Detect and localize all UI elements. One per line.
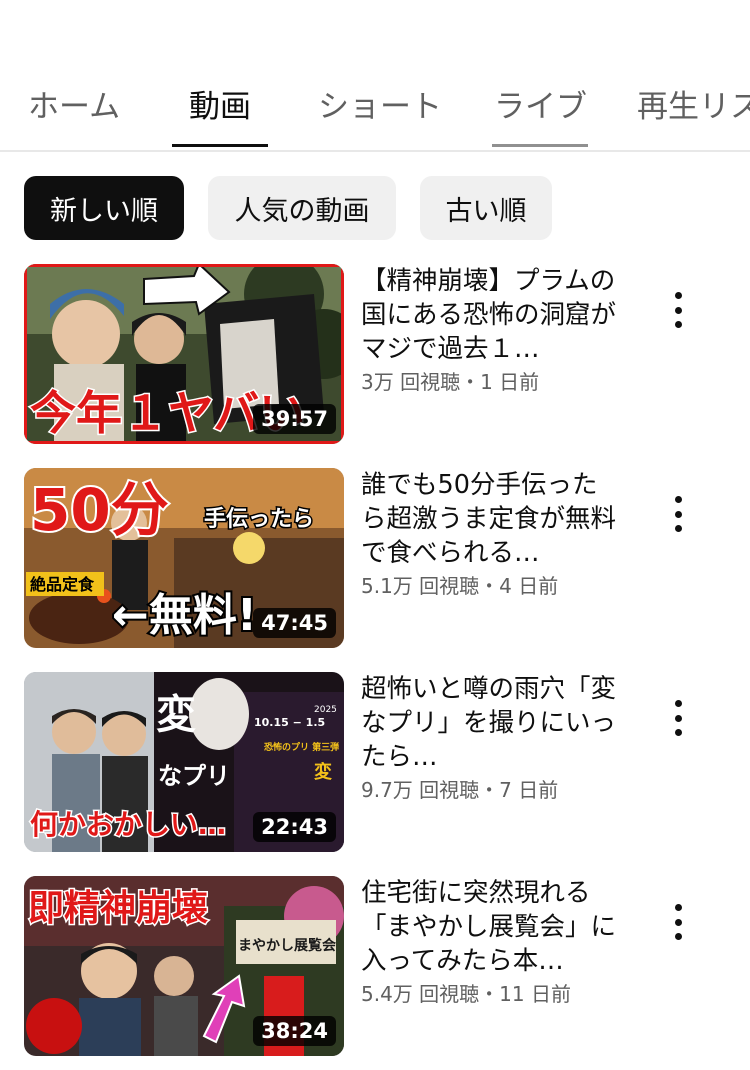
video-item[interactable]: 変 なプリ 10.15 − 1.5 2025 恐怖のプリ 第三弾 変 何かおかし… [24, 672, 750, 852]
kebab-dot [674, 292, 682, 299]
sort-chip-popular[interactable]: 人気の動画 [208, 176, 396, 240]
video-metadata: 3万 回視聴・1 日前 [361, 366, 539, 395]
meta-separator: ・ [460, 370, 481, 394]
video-thumbnail[interactable]: 変 なプリ 10.15 − 1.5 2025 恐怖のプリ 第三弾 変 何かおかし… [24, 672, 344, 852]
duration-badge: 39:57 [253, 404, 336, 434]
duration-badge: 22:43 [253, 812, 336, 842]
video-item[interactable]: 今年１ヤバい 39:57 【精神崩壊】プラムの国にある恐怖の洞窟がマジで過去１…… [24, 264, 750, 444]
tab-home[interactable]: ホーム [28, 81, 120, 126]
video-thumbnail[interactable]: 今年１ヤバい 39:57 [24, 264, 344, 444]
thumbnail-caption-big: 変 [156, 692, 196, 738]
kebab-dot [674, 729, 682, 736]
video-thumbnail[interactable]: 50分 手伝ったら 絶品定食 ←無料! 47:45 [24, 468, 344, 648]
meta-separator: ・ [479, 982, 500, 1006]
kebab-dot [674, 321, 682, 328]
thumbnail-sign: まやかし展覧会 [238, 937, 337, 954]
thumbnail-caption-tag: 絶品定食 [30, 575, 95, 594]
sort-chip-oldest[interactable]: 古い順 [420, 176, 552, 240]
thumbnail-caption-big: 50分 [30, 476, 169, 544]
kebab-dot [674, 933, 682, 940]
video-title[interactable]: 【精神崩壊】プラムの国にある恐怖の洞窟がマジで過去１… [361, 264, 621, 366]
tab-shorts[interactable]: ショート [318, 81, 442, 126]
more-options-button[interactable] [664, 292, 692, 328]
tab-divider [0, 150, 750, 152]
upload-age: 7 日前 [499, 778, 559, 802]
duration-badge: 38:24 [253, 1016, 336, 1046]
thumbnail-caption-mid: 手伝ったら [204, 507, 314, 532]
duration-badge: 47:45 [253, 608, 336, 638]
video-item[interactable]: 50分 手伝ったら 絶品定食 ←無料! 47:45 誰でも50分手伝ったら超激う… [24, 468, 750, 648]
view-count: 5.1万 回視聴 [361, 574, 480, 598]
thumbnail-caption-bottom: 何かおかしい… [30, 808, 226, 841]
video-metadata: 5.4万 回視聴・11 日前 [361, 978, 571, 1007]
more-options-button[interactable] [664, 496, 692, 532]
thumbnail-caption-bottom: ←無料! [112, 590, 257, 641]
kebab-dot [674, 904, 682, 911]
more-options-button[interactable] [664, 904, 692, 940]
view-count: 5.4万 回視聴 [361, 982, 480, 1006]
video-title[interactable]: 誰でも50分手伝ったら超激うま定食が無料で食べられる… [361, 468, 621, 570]
kebab-dot [674, 700, 682, 707]
thumbnail-caption: 即精神崩壊 [28, 888, 208, 929]
video-title[interactable]: 超怖いと噂の雨穴「変なプリ」を撮りにいったら… [361, 672, 621, 774]
upload-age: 4 日前 [499, 574, 559, 598]
kebab-dot [674, 525, 682, 532]
poster-title-big: 変 [314, 761, 332, 783]
more-options-button[interactable] [664, 700, 692, 736]
active-tab-indicator [172, 144, 268, 147]
video-metadata: 5.1万 回視聴・4 日前 [361, 570, 558, 599]
upload-age: 11 日前 [499, 982, 571, 1006]
kebab-dot [674, 306, 682, 314]
tab-live[interactable]: ライブ [494, 81, 587, 126]
thumbnail-caption-sub: なプリ [158, 762, 230, 790]
meta-separator: ・ [479, 574, 500, 598]
video-title[interactable]: 住宅街に突然現れる「まやかし展覧会」に入ってみたら本… [361, 876, 621, 978]
channel-tab-bar: ホーム 動画 ショート ライブ 再生リスト [0, 55, 750, 150]
view-count: 3万 回視聴 [361, 370, 461, 394]
hover-tab-indicator [492, 144, 588, 147]
poster-year: 2025 [314, 705, 337, 715]
video-thumbnail[interactable]: まやかし展覧会 即精神崩壊 38:24 [24, 876, 344, 1056]
poster-title: 恐怖のプリ 第三弾 [264, 741, 339, 753]
video-item[interactable]: まやかし展覧会 即精神崩壊 38:24 住宅街に突然現れる「まやかし展覧会」に入… [24, 876, 750, 1056]
kebab-dot [674, 918, 682, 926]
tab-videos[interactable]: 動画 [189, 81, 251, 126]
meta-separator: ・ [479, 778, 500, 802]
tab-playlists[interactable]: 再生リスト [637, 81, 750, 126]
video-metadata: 9.7万 回視聴・7 日前 [361, 774, 558, 803]
kebab-dot [674, 510, 682, 518]
poster-date: 10.15 − 1.5 [254, 716, 325, 729]
view-count: 9.7万 回視聴 [361, 778, 480, 802]
sort-chip-newest[interactable]: 新しい順 [24, 176, 184, 240]
kebab-dot [674, 714, 682, 722]
upload-age: 1 日前 [480, 370, 540, 394]
kebab-dot [674, 496, 682, 503]
